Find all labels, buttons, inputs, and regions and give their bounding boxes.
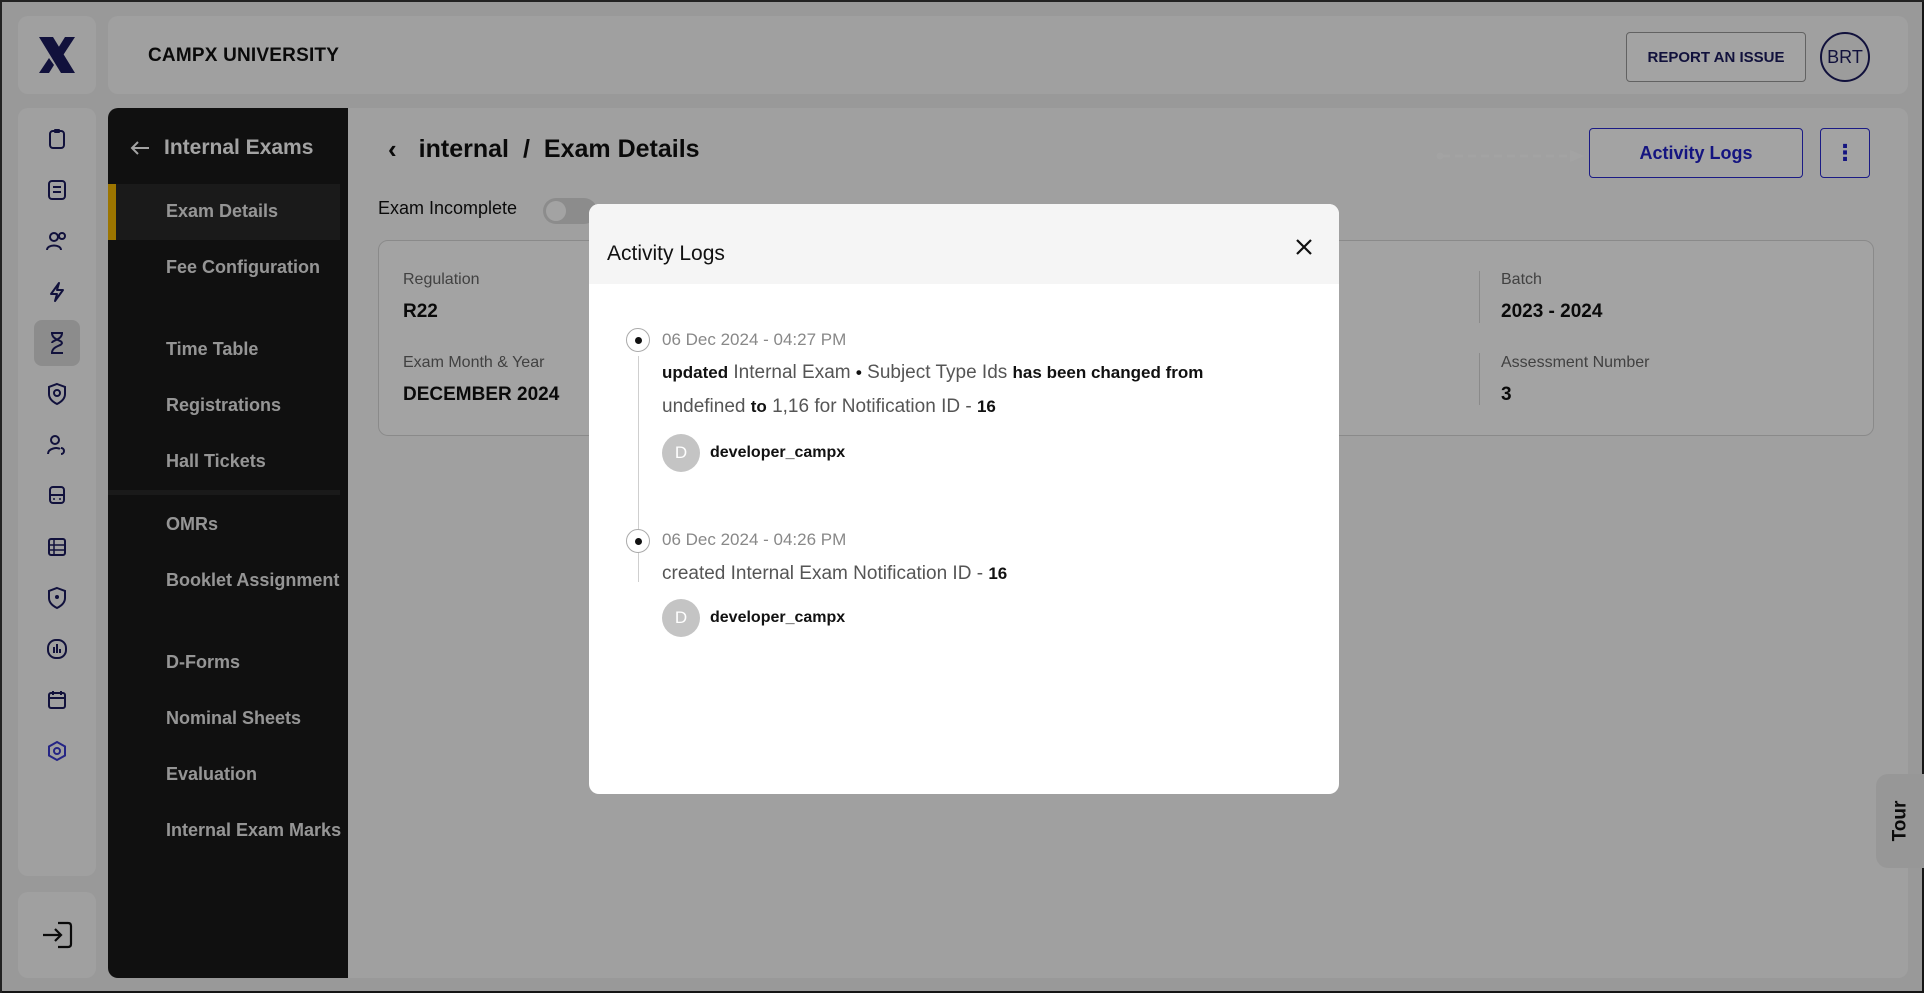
log-message: updated Internal Exam • Subject Type Ids… (662, 362, 1204, 417)
log-username: developer_campx (710, 609, 846, 626)
log-timestamp: 06 Dec 2024 - 04:27 PM (662, 330, 847, 349)
modal-header: Activity Logs (589, 204, 1339, 284)
timeline-dot (626, 328, 650, 352)
log-username: developer_campx (710, 444, 846, 461)
app-frame: CAMPX UNIVERSITY REPORT AN ISSUE BRT Int… (0, 0, 1924, 993)
log-user: D developer_campx (662, 434, 845, 472)
close-icon (1296, 239, 1312, 255)
log-message: created Internal Exam Notification ID - … (662, 563, 1008, 584)
log-user: D developer_campx (662, 599, 845, 637)
avatar: D (662, 434, 700, 472)
close-button[interactable] (1289, 232, 1319, 262)
modal-title: Activity Logs (607, 242, 725, 265)
avatar: D (662, 599, 700, 637)
log-timestamp: 06 Dec 2024 - 04:26 PM (662, 530, 847, 549)
activity-logs-modal: Activity Logs 06 Dec 2024 - 04:27 PM upd… (589, 204, 1339, 794)
timeline-dot (626, 529, 650, 553)
